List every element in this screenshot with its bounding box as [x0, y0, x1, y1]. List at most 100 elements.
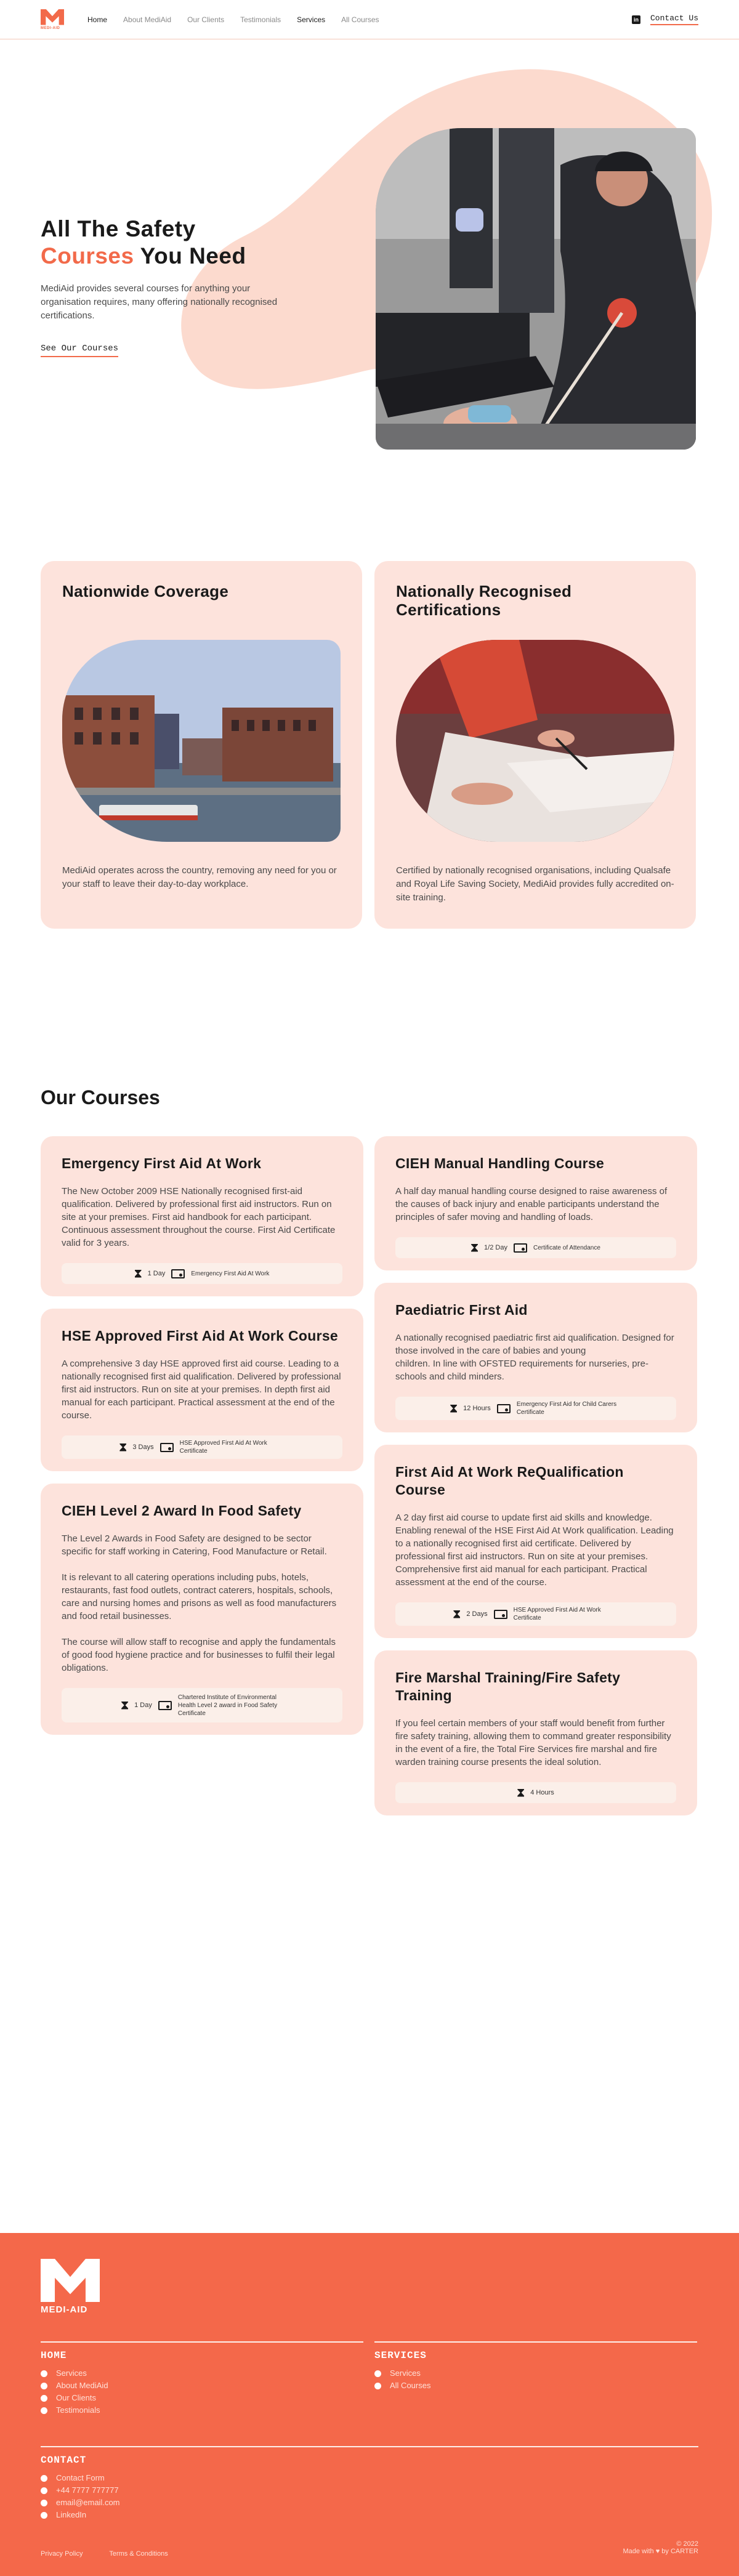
- footer-link-label: Services: [56, 2368, 87, 2378]
- footer-link[interactable]: LinkedIn: [41, 2509, 698, 2521]
- nav-link-clients[interactable]: Our Clients: [187, 15, 224, 24]
- course-duration: 4 Hours: [530, 1788, 554, 1796]
- course-card[interactable]: CIEH Manual Handling Course A half day m…: [374, 1136, 697, 1270]
- bullet-icon: [41, 2407, 47, 2414]
- footer-link[interactable]: Testimonials: [41, 2404, 363, 2417]
- course-duration: 1 Day: [134, 1701, 152, 1709]
- course-meta: 1 Day Chartered Institute of Environment…: [62, 1688, 342, 1722]
- footer-link-label: About MediAid: [56, 2381, 108, 2390]
- footer-link-label: LinkedIn: [56, 2510, 87, 2519]
- course-certificate: Emergency First Aid for Child Carers Cer…: [516, 1401, 617, 1416]
- course-card[interactable]: First Aid At Work ReQualification Course…: [374, 1445, 697, 1638]
- footer-link[interactable]: Services: [41, 2367, 363, 2380]
- course-duration: 3 Days: [132, 1443, 154, 1451]
- footer-link-label: email@email.com: [56, 2498, 120, 2507]
- divider: [374, 2341, 697, 2343]
- hero-description: MediAid provides several courses for any…: [41, 283, 278, 321]
- footer-home-links: Services About MediAid Our Clients Testi…: [41, 2367, 363, 2417]
- footer-section-title: CONTACT: [41, 2455, 87, 2466]
- hero-text: All The Safety Courses You Need MediAid …: [41, 216, 299, 357]
- certificate-icon: [496, 1403, 511, 1413]
- see-our-courses-link[interactable]: See Our Courses: [41, 344, 119, 357]
- linkedin-icon[interactable]: in: [631, 15, 640, 24]
- privacy-policy-link[interactable]: Privacy Policy: [41, 2550, 83, 2558]
- footer-section-title: HOME: [41, 2350, 67, 2361]
- course-duration: 2 Days: [466, 1610, 488, 1618]
- course-card[interactable]: Paediatric First Aid A nationally recogn…: [374, 1283, 697, 1432]
- course-card[interactable]: CIEH Level 2 Award In Food Safety The Le…: [41, 1484, 363, 1735]
- courses-title: Our Courses: [41, 1086, 160, 1108]
- courses-column-left: Emergency First Aid At Work The New Octo…: [41, 1136, 363, 1735]
- course-meta: 1/2 Day Certificate of Attendance: [395, 1237, 676, 1258]
- hourglass-icon: [471, 1243, 479, 1252]
- footer-home-section: HOME Services About MediAid Our Clients …: [41, 2341, 363, 2417]
- course-card[interactable]: Fire Marshal Training/Fire Safety Traini…: [374, 1650, 697, 1815]
- feature-title: Nationwide Coverage: [62, 582, 229, 600]
- course-title: CIEH Manual Handling Course: [395, 1155, 605, 1171]
- bullet-icon: [41, 2382, 47, 2389]
- course-description: A nationally recognised paediatric first…: [395, 1333, 674, 1382]
- bullet-icon: [374, 2382, 381, 2389]
- footer-link-label: Services: [390, 2368, 421, 2378]
- hero-title-accent: Courses: [41, 243, 134, 269]
- course-description: The Level 2 Awards in Food Safety are de…: [62, 1533, 337, 1673]
- certificate-icon: [160, 1442, 174, 1452]
- course-meta: 2 Days HSE Approved First Aid At Work Ce…: [395, 1602, 676, 1626]
- nav-link-testimonials[interactable]: Testimonials: [240, 15, 281, 24]
- footer-link[interactable]: +44 7777 777777: [41, 2484, 698, 2497]
- copyright-text: © 2022: [676, 2540, 698, 2548]
- course-meta: 1 Day Emergency First Aid At Work: [62, 1263, 342, 1284]
- course-meta: 12 Hours Emergency First Aid for Child C…: [395, 1397, 676, 1420]
- footer-link[interactable]: Our Clients: [41, 2392, 363, 2404]
- hourglass-icon: [121, 1701, 129, 1710]
- footer-link-label: Contact Form: [56, 2473, 105, 2482]
- hero-photo-first-aid-training: [376, 128, 696, 450]
- course-title: HSE Approved First Aid At Work Course: [62, 1328, 338, 1344]
- feature-photo-signing-certificate: [396, 640, 674, 842]
- course-description: The New October 2009 HSE Nationally reco…: [62, 1186, 336, 1248]
- footer-link-label: Testimonials: [56, 2405, 100, 2415]
- footer-section-title: SERVICES: [374, 2350, 427, 2361]
- footer-link-label: +44 7777 777777: [56, 2485, 119, 2495]
- footer-bottom: Privacy Policy Terms & Conditions: [41, 2550, 698, 2558]
- hourglass-icon: [450, 1404, 458, 1413]
- course-title: First Aid At Work ReQualification Course: [395, 1464, 624, 1498]
- course-card[interactable]: HSE Approved First Aid At Work Course A …: [41, 1309, 363, 1471]
- feature-title: Nationally Recognised Certifications: [396, 582, 572, 619]
- nav-link-about[interactable]: About MediAid: [123, 15, 171, 24]
- course-card[interactable]: Emergency First Aid At Work The New Octo…: [41, 1136, 363, 1296]
- course-certificate: Emergency First Aid At Work: [191, 1270, 270, 1277]
- feature-card-coverage: Nationwide Coverage MediAid operates acr…: [41, 561, 362, 929]
- course-meta: 4 Hours: [395, 1782, 676, 1803]
- terms-link[interactable]: Terms & Conditions: [109, 2550, 168, 2558]
- footer-link[interactable]: About MediAid: [41, 2380, 363, 2392]
- certificate-icon: [171, 1269, 185, 1278]
- course-title: Emergency First Aid At Work: [62, 1155, 262, 1171]
- logo[interactable]: MEDI-AID: [41, 9, 65, 30]
- course-title: CIEH Level 2 Award In Food Safety: [62, 1503, 302, 1519]
- hero-title-line1: All The Safety: [41, 216, 196, 241]
- divider: [41, 2446, 698, 2447]
- footer-logo[interactable]: MEDI-AID: [41, 2259, 100, 2315]
- course-description: A comprehensive 3 day HSE approved first…: [62, 1359, 341, 1421]
- feature-text: Certified by nationally recognised organ…: [396, 865, 674, 903]
- contact-us-link[interactable]: Contact Us: [650, 14, 698, 25]
- footer-link[interactable]: email@email.com: [41, 2497, 698, 2509]
- hero-section: All The Safety Courses You Need MediAid …: [0, 39, 739, 520]
- course-description: A 2 day first aid course to update first…: [395, 1512, 674, 1588]
- footer-link[interactable]: All Courses: [374, 2380, 697, 2392]
- hero-title-rest: You Need: [134, 243, 246, 269]
- nav-link-services[interactable]: Services: [297, 15, 325, 24]
- course-title: Fire Marshal Training/Fire Safety Traini…: [395, 1670, 621, 1703]
- course-description: If you feel certain members of your staf…: [395, 1718, 671, 1767]
- footer-link[interactable]: Services: [374, 2367, 697, 2380]
- nav-link-home[interactable]: Home: [87, 15, 107, 24]
- course-title: Paediatric First Aid: [395, 1302, 528, 1318]
- nav-link-all-courses[interactable]: All Courses: [341, 15, 379, 24]
- footer-contact-section: CONTACT Contact Form +44 7777 777777 ema…: [41, 2446, 698, 2521]
- course-certificate: Chartered Institute of Environmental Hea…: [177, 1694, 278, 1717]
- footer-link[interactable]: Contact Form: [41, 2472, 698, 2484]
- footer: MEDI-AID HOME Services About MediAid Our…: [0, 2233, 739, 2576]
- course-meta: 3 Days HSE Approved First Aid At Work Ce…: [62, 1435, 342, 1459]
- feature-photo-liverpool-docks: [62, 640, 341, 842]
